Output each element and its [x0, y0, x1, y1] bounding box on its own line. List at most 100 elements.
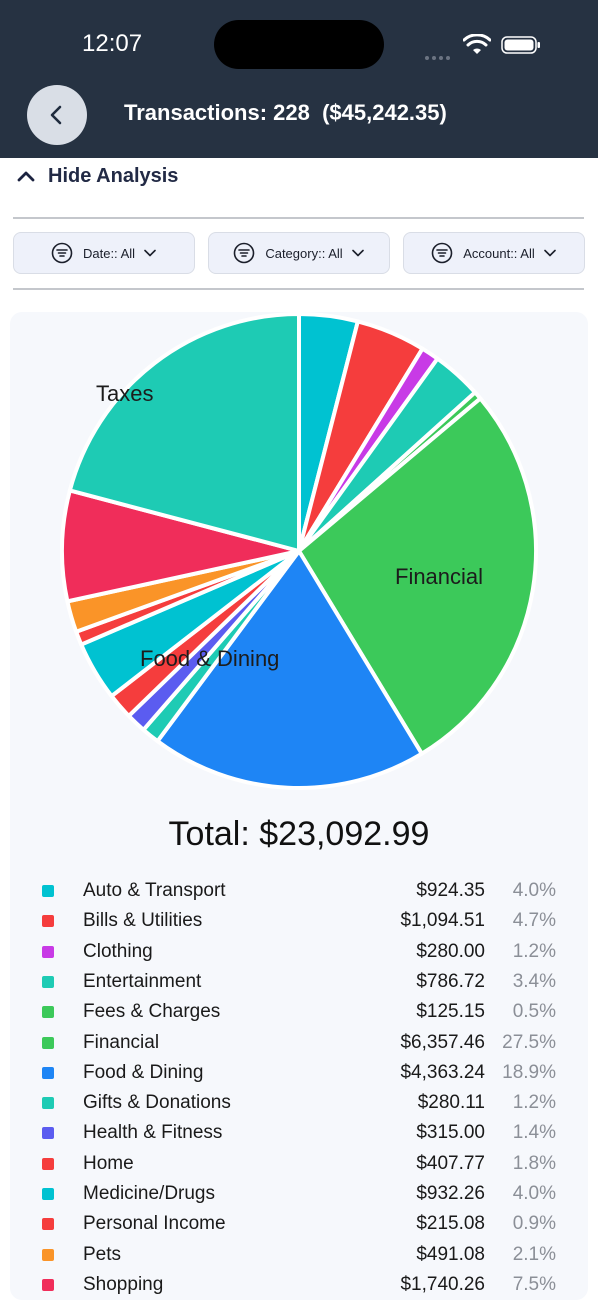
dynamic-island — [214, 20, 384, 69]
legend-row[interactable]: Home $407.77 1.8% — [0, 1149, 598, 1179]
legend-swatch — [42, 1097, 54, 1110]
legend-percent: 27.5% — [502, 1031, 556, 1053]
legend-amount: $4,363.24 — [400, 1061, 485, 1083]
legend-row[interactable]: Medicine/Drugs $932.26 4.0% — [0, 1179, 598, 1209]
legend-row[interactable]: Shopping $1,740.26 7.5% — [0, 1270, 598, 1300]
legend-swatch — [42, 1066, 54, 1079]
account-filter-label: Account:: All — [463, 245, 535, 261]
legend-category-name: Shopping — [83, 1273, 164, 1295]
legend-row[interactable]: Fees & Charges $125.15 0.5% — [0, 997, 598, 1027]
chevron-down-icon — [543, 249, 556, 257]
legend-category-name: Fees & Charges — [83, 1001, 221, 1023]
legend-swatch — [42, 1006, 54, 1019]
legend-percent: 1.4% — [512, 1122, 556, 1144]
legend-amount: $1,094.51 — [400, 910, 485, 932]
legend-percent: 3.4% — [512, 970, 556, 992]
legend-category-name: Home — [83, 1152, 134, 1174]
filter-icon — [431, 242, 453, 264]
legend-amount: $407.77 — [416, 1152, 485, 1174]
divider — [13, 288, 584, 290]
pie-label-food-dining: Food & Dining — [140, 646, 280, 671]
legend-amount: $315.00 — [416, 1122, 485, 1144]
hide-analysis-toggle[interactable]: Hide Analysis — [14, 162, 178, 190]
date-filter-label: Date:: All — [82, 245, 136, 261]
chevron-down-icon — [144, 249, 156, 257]
filter-icon — [51, 242, 73, 264]
legend-amount: $932.26 — [416, 1183, 485, 1204]
legend-row[interactable]: Auto & Transport $924.35 4.0% — [0, 876, 598, 906]
legend-category-name: Medicine/Drugs — [83, 1183, 215, 1204]
legend-percent: 4.7% — [512, 910, 556, 932]
legend-row[interactable]: Entertainment $786.72 3.4% — [0, 967, 598, 997]
legend-category-name: Financial — [83, 1031, 160, 1053]
legend-amount: $125.15 — [416, 1001, 485, 1023]
legend-amount: $280.11 — [417, 1092, 485, 1114]
legend-category-name: Food & Dining — [83, 1061, 204, 1083]
legend-percent: 4.0% — [512, 880, 556, 901]
legend-category-name: Health & Fitness — [83, 1122, 223, 1144]
chevron-left-icon — [50, 105, 62, 125]
legend-amount: $924.35 — [416, 880, 485, 901]
battery-icon — [501, 36, 540, 54]
legend-amount: $215.08 — [416, 1213, 485, 1235]
category-filter-label: Category:: All — [265, 245, 343, 261]
legend-swatch — [42, 1157, 54, 1170]
legend-row[interactable]: Pets $491.08 2.1% — [0, 1240, 598, 1270]
back-button[interactable] — [27, 85, 87, 145]
legend-swatch — [42, 1248, 54, 1261]
chevron-down-icon — [351, 249, 364, 257]
legend-percent: 1.8% — [512, 1152, 556, 1174]
pie-label-financial: Financial — [395, 564, 484, 589]
legend-swatch — [42, 1188, 54, 1200]
legend-percent: 1.2% — [512, 940, 556, 962]
wifi-icon — [463, 34, 491, 54]
legend-percent: 0.5% — [512, 1001, 556, 1023]
status-time: 12:07 — [82, 30, 143, 57]
signal-icon — [425, 47, 455, 60]
divider — [13, 217, 584, 219]
page-title: Transactions: 228 ($45,242.35) — [124, 100, 447, 125]
account-filter-button[interactable]: Account:: All — [403, 232, 585, 274]
legend-category-name: Personal Income — [83, 1213, 226, 1235]
legend-swatch — [42, 915, 54, 928]
legend-row[interactable]: Health & Fitness $315.00 1.4% — [0, 1118, 598, 1148]
pie-label-taxes: Taxes — [96, 381, 154, 406]
legend-row[interactable]: Financial $6,357.46 27.5% — [0, 1028, 598, 1058]
legend-row[interactable]: Personal Income $215.08 0.9% — [0, 1209, 598, 1239]
legend-category-name: Entertainment — [83, 970, 202, 992]
legend-row[interactable]: Gifts & Donations $280.11 1.2% — [0, 1088, 598, 1118]
legend-amount: $280.00 — [416, 940, 485, 962]
date-filter-button[interactable]: Date:: All — [13, 232, 195, 274]
legend-swatch — [42, 945, 54, 958]
legend-percent: 2.1% — [512, 1243, 556, 1265]
legend-percent: 4.0% — [512, 1183, 556, 1204]
legend-row[interactable]: Bills & Utilities $1,094.51 4.7% — [0, 906, 598, 936]
legend-amount: $6,357.46 — [400, 1031, 485, 1053]
legend-category-name: Pets — [83, 1243, 122, 1265]
legend-percent: 1.2% — [512, 1092, 556, 1114]
legend-percent: 0.9% — [512, 1213, 556, 1235]
legend-category-name: Gifts & Donations — [83, 1092, 231, 1114]
legend-swatch — [42, 1127, 54, 1140]
legend-amount: $1,740.26 — [400, 1273, 485, 1295]
legend-row[interactable]: Food & Dining $4,363.24 18.9% — [0, 1058, 598, 1088]
legend-percent: 7.5% — [512, 1273, 556, 1295]
legend-swatch — [42, 975, 54, 988]
category-filter-button[interactable]: Category:: All — [208, 232, 390, 274]
chevron-up-icon — [17, 171, 35, 182]
legend-category-name: Auto & Transport — [83, 880, 226, 901]
legend-category-name: Clothing — [83, 940, 153, 962]
legend-category-name: Bills & Utilities — [83, 910, 203, 932]
total-amount: Total: $23,092.99 — [168, 815, 430, 853]
legend-swatch — [42, 1036, 54, 1049]
hide-analysis-label: Hide Analysis — [48, 164, 179, 187]
filter-icon — [234, 242, 255, 264]
legend-swatch — [42, 885, 54, 897]
legend-amount: $786.72 — [416, 970, 485, 992]
legend-amount: $491.08 — [416, 1243, 485, 1265]
legend-swatch — [42, 1278, 54, 1291]
legend-percent: 18.9% — [502, 1061, 556, 1083]
legend-swatch — [42, 1218, 54, 1231]
legend-row[interactable]: Clothing $280.00 1.2% — [0, 937, 598, 967]
filter-bar: Date:: All Category:: All Account:: All — [13, 232, 585, 274]
